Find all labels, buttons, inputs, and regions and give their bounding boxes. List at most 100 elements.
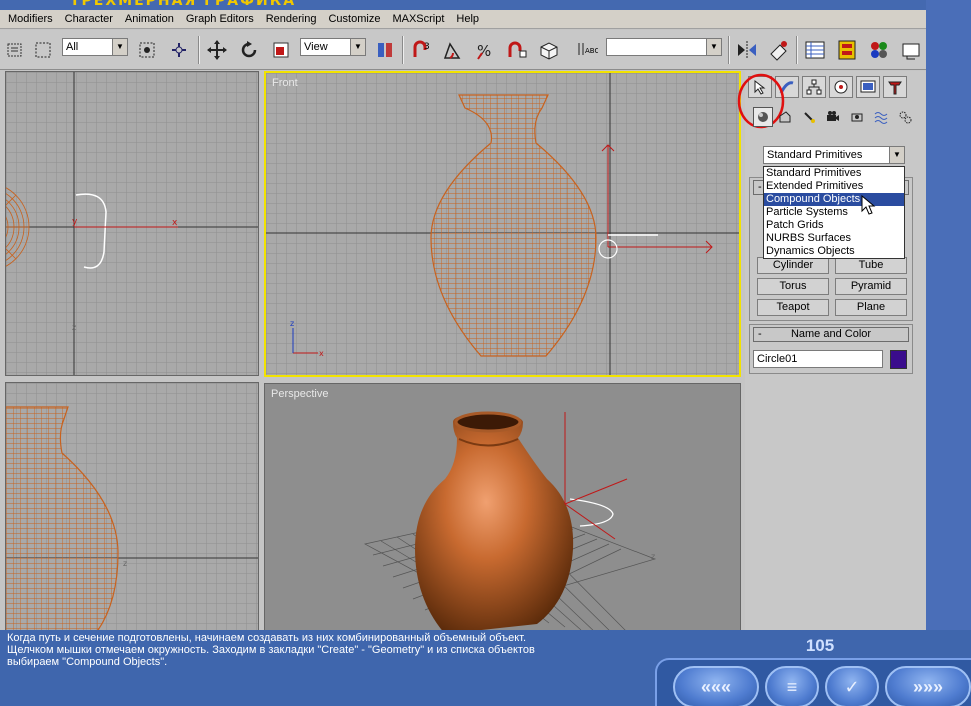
chevron-down-icon: ▼ [350,39,365,55]
tab-motion[interactable] [829,76,853,98]
track-view-icon[interactable] [804,39,826,61]
reference-coordinate-select[interactable]: View ▼ [300,38,366,56]
menu-bar: Modifiers Character Animation Graph Edit… [0,10,926,29]
selection-filter-select[interactable]: All ▼ [62,38,128,56]
edit-named-selection-icon[interactable]: ABC [576,39,598,61]
plane-button[interactable]: Plane [835,299,907,316]
category-select-value: Standard Primitives [767,149,863,161]
move-icon[interactable] [206,39,228,61]
schematic-view-icon[interactable] [836,39,858,61]
svg-text:ABC: ABC [585,47,598,55]
next-arrows-icon: »»» [912,676,944,697]
svg-text:3: 3 [424,42,430,52]
perspective-viewport-canvas: z [364,411,657,632]
lesson-footer: Когда путь и сечение подготовлены, начин… [0,630,971,706]
material-editor-icon[interactable] [868,39,890,61]
page-number: 105 [805,636,835,655]
viewport-top[interactable]: x y z [5,71,259,376]
systems-icon[interactable] [895,107,915,127]
svg-text:z: z [72,323,76,332]
object-color-swatch[interactable] [890,350,907,369]
select-crossing-icon[interactable] [136,39,158,61]
viewport-perspective[interactable]: z Perspective [264,383,741,633]
svg-text:x: x [319,349,324,358]
teapot-button[interactable]: Teapot [757,299,829,316]
viewport-left[interactable]: z [5,382,259,632]
menu-lines-icon: ≡ [786,676,798,697]
option-extended-primitives[interactable]: Extended Primitives [764,180,904,193]
menu-character[interactable]: Character [58,10,118,29]
space-warps-icon[interactable] [871,107,891,127]
option-nurbs-surfaces[interactable]: NURBS Surfaces [764,232,904,245]
mirror-icon[interactable] [736,39,758,61]
menu-animation[interactable]: Animation [118,10,179,29]
scale-icon[interactable] [270,39,292,61]
tab-hierarchy[interactable] [802,76,826,98]
chevron-down-icon: ▼ [889,147,904,163]
cameras-icon[interactable] [823,107,843,127]
menu-graph-editors[interactable]: Graph Editors [179,10,259,29]
top-viewport-canvas: x y z [6,72,258,375]
front-viewport-canvas: x z [266,73,739,375]
category-select[interactable]: Standard Primitives ▼ [763,146,905,164]
select-by-name-icon[interactable] [4,39,26,61]
lesson-line: Когда путь и сечение подготовлены, начин… [7,632,527,644]
menu-rendering[interactable]: Rendering [259,10,322,29]
mouse-cursor-icon [861,195,876,215]
menu-customize[interactable]: Customize [321,10,385,29]
menu-help[interactable]: Help [449,10,484,29]
option-patch-grids[interactable]: Patch Grids [764,219,904,232]
prev-arrows-icon: ««« [700,676,732,697]
angle-snap-icon[interactable] [442,39,464,61]
toolbar-separator [728,36,730,64]
percent-snap-icon[interactable]: % [474,39,496,61]
pyramid-button[interactable]: Pyramid [835,278,907,295]
check-button[interactable]: ✓ [825,666,879,706]
category-dropdown-list: Standard Primitives Extended Primitives … [763,166,905,259]
max-app-window: Modifiers Character Animation Graph Edit… [0,10,926,633]
menu-modifiers[interactable]: Modifiers [0,10,58,29]
torus-button[interactable]: Torus [757,278,829,295]
toolbar-separator [402,36,404,64]
pivot-center-icon[interactable] [374,39,396,61]
align-icon[interactable] [768,39,790,61]
object-name-field[interactable]: Circle01 [753,350,883,368]
rectangular-selection-icon[interactable] [32,39,54,61]
next-page-button[interactable]: »»» [885,666,971,706]
tube-button[interactable]: Tube [835,257,907,274]
select-object-icon[interactable] [168,39,190,61]
name-and-color-rollout-header[interactable]: - Name and Color [753,327,909,342]
menu-button[interactable]: ≡ [765,666,819,706]
svg-text:z: z [651,552,655,561]
option-compound-objects[interactable]: Compound Objects [764,193,904,206]
render-scene-icon[interactable] [900,39,922,61]
menu-maxscript[interactable]: MAXScript [385,10,449,29]
window-title: ТРЕХМЕРНАЯ ГРАФИКА [70,0,297,9]
option-dynamics-objects[interactable]: Dynamics Objects [764,245,904,258]
rotate-icon[interactable] [238,39,260,61]
prev-page-button[interactable]: ««« [673,666,759,706]
command-panel: Standard Primitives ▼ - Cylinder Tube To… [737,71,926,632]
svg-text:z: z [123,559,127,568]
chevron-down-icon: ▼ [112,39,127,55]
toolbar-separator [198,36,200,64]
named-selection-icon[interactable] [538,39,560,61]
lesson-description: Когда путь и сечение подготовлены, начин… [7,632,647,668]
named-selection-select[interactable]: ▼ [606,38,722,56]
option-particle-systems[interactable]: Particle Systems [764,206,904,219]
cylinder-button[interactable]: Cylinder [757,257,829,274]
lesson-navigation: ««« ≡ ✓ »»» [655,658,971,706]
svg-text:z: z [290,319,294,328]
viewport-front[interactable]: x z Front [264,71,741,377]
option-standard-primitives[interactable]: Standard Primitives [764,167,904,180]
tab-utilities[interactable] [883,76,907,98]
toolbar-separator [796,36,798,64]
geometry-icon[interactable] [753,107,773,127]
helpers-icon[interactable] [847,107,867,127]
snaps-toggle-icon[interactable]: 3 [410,39,432,61]
shapes-icon[interactable] [775,107,795,127]
tab-display[interactable] [856,76,880,98]
reference-coordinate-value: View [304,41,328,53]
lights-icon[interactable] [799,107,819,127]
spinner-snap-icon[interactable] [506,39,528,61]
